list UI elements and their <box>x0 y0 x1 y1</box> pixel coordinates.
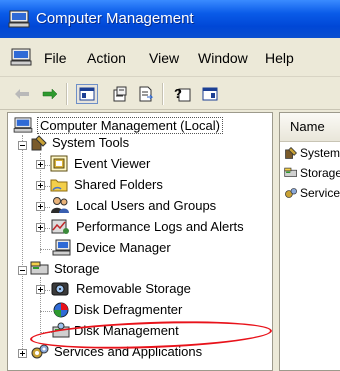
tree-node-disk-defragmenter[interactable]: Disk Defragmenter <box>52 300 272 320</box>
menu-window[interactable]: Window <box>198 50 248 66</box>
tree-label-root: Computer Management (Local) <box>37 117 223 134</box>
services-applications-icon <box>31 344 49 359</box>
column-header-name[interactable]: Name <box>280 113 340 142</box>
tree-node-event-viewer[interactable]: Event Viewer <box>50 154 270 174</box>
show-hide-action-pane-button[interactable] <box>200 84 220 104</box>
performance-logs-icon <box>51 219 69 234</box>
event-viewer-icon <box>50 155 68 172</box>
tree-label-removable-storage: Removable Storage <box>76 281 191 296</box>
list-item-label: Services and Applications <box>300 186 340 200</box>
toolbar-separator <box>66 83 68 105</box>
tree-connector <box>22 135 23 357</box>
tree-connector <box>40 311 52 312</box>
tree-label-system-tools: System Tools <box>52 135 130 150</box>
tree-node-shared-folders[interactable]: Shared Folders <box>50 175 270 195</box>
menu-bar: File Action View Window Help <box>0 38 340 77</box>
back-button[interactable] <box>12 84 32 104</box>
expand-toggle[interactable] <box>18 349 27 358</box>
collapse-toggle[interactable] <box>18 141 27 150</box>
tree-node-removable-storage[interactable]: Removable Storage <box>50 279 270 299</box>
expand-toggle[interactable] <box>36 181 45 190</box>
help-button[interactable]: ? <box>172 84 192 104</box>
users-group-icon <box>51 197 69 213</box>
export-list-icon <box>139 86 154 102</box>
shared-folder-icon <box>50 179 68 192</box>
tree-node-storage[interactable]: Storage <box>30 259 270 279</box>
computer-management-window: Computer Management File Action View Win… <box>0 0 340 371</box>
tree-node-device-manager[interactable]: Device Manager <box>52 238 272 258</box>
system-tools-icon <box>31 135 47 151</box>
disk-defragmenter-icon <box>53 302 69 318</box>
back-arrow-icon <box>15 89 29 99</box>
expand-toggle[interactable] <box>36 223 45 232</box>
svg-text:?: ? <box>174 86 182 101</box>
export-list-button[interactable] <box>136 84 156 104</box>
system-tools-icon <box>285 147 297 159</box>
properties-button[interactable] <box>110 84 130 104</box>
tree-label-disk-defragmenter: Disk Defragmenter <box>74 302 183 317</box>
tree-node-system-tools[interactable]: System Tools <box>30 133 270 153</box>
tree-label-performance-logs: Performance Logs and Alerts <box>76 219 244 234</box>
window-title: Computer Management <box>36 10 194 27</box>
title-bar[interactable]: Computer Management <box>0 0 340 38</box>
services-applications-icon <box>285 188 297 198</box>
list-item-label: System Tools <box>300 146 340 160</box>
removable-storage-icon <box>51 282 69 296</box>
tree-connector <box>40 249 52 250</box>
collapse-toggle[interactable] <box>18 266 27 275</box>
storage-icon <box>30 261 49 275</box>
menu-help[interactable]: Help <box>265 50 294 66</box>
menu-action[interactable]: Action <box>87 50 126 66</box>
show-hide-tree-button[interactable] <box>76 84 98 104</box>
computer-management-icon <box>8 10 30 28</box>
tree-node-local-users[interactable]: Local Users and Groups <box>50 196 270 216</box>
column-header-label: Name <box>290 119 325 134</box>
expand-toggle[interactable] <box>36 160 45 169</box>
menu-view[interactable]: View <box>149 50 179 66</box>
toolbar-separator <box>162 83 164 105</box>
forward-button[interactable] <box>40 84 60 104</box>
tree-label-shared-folders: Shared Folders <box>74 177 163 192</box>
expand-toggle[interactable] <box>36 202 45 211</box>
tree-node-performance-logs[interactable]: Performance Logs and Alerts <box>50 217 272 237</box>
system-menu-icon[interactable] <box>10 48 32 66</box>
tree-label-local-users: Local Users and Groups <box>76 198 217 213</box>
results-pane[interactable]: Name System Tools Storage Services and A… <box>279 112 340 371</box>
help-icon: ? <box>174 86 191 102</box>
device-manager-icon <box>52 239 71 256</box>
storage-icon <box>284 167 297 177</box>
tree-label-storage: Storage <box>54 261 100 276</box>
tree-label-event-viewer: Event Viewer <box>74 156 151 171</box>
action-pane-icon <box>202 87 218 101</box>
computer-management-icon <box>13 117 33 133</box>
tree-node-root[interactable]: Computer Management (Local) <box>12 115 272 135</box>
expand-toggle[interactable] <box>36 285 45 294</box>
console-tree-icon <box>79 87 95 101</box>
toolbar: ? <box>0 77 340 110</box>
tree-label-device-manager: Device Manager <box>76 240 171 255</box>
list-item-label: Storage <box>300 166 340 180</box>
properties-icon <box>113 86 127 102</box>
forward-arrow-icon <box>42 88 58 100</box>
menu-file[interactable]: File <box>44 50 67 66</box>
